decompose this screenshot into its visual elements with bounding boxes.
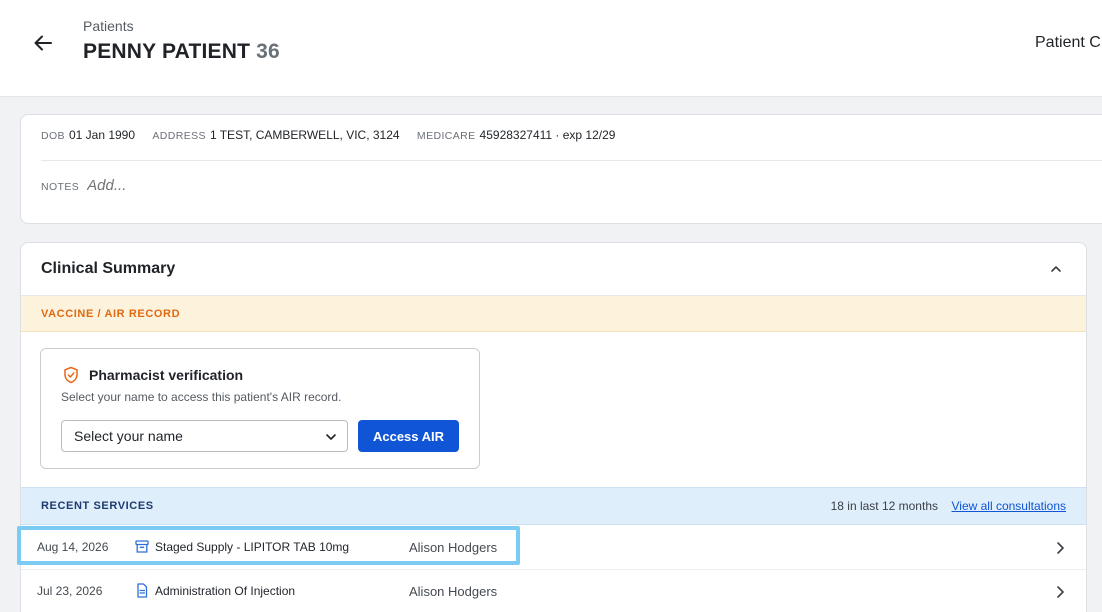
- select-value: Select your name: [74, 428, 183, 444]
- chevron-up-icon[interactable]: [1048, 261, 1064, 277]
- vaccine-air-section-header: VACCINE / AIR RECORD: [21, 296, 1086, 332]
- patient-name: PENNY PATIENT: [83, 40, 251, 63]
- notes-label: NOTES: [41, 181, 80, 193]
- service-row[interactable]: Jul 23, 2026 Administration Of Injection…: [21, 570, 1086, 612]
- view-all-consultations-link[interactable]: View all consultations: [951, 499, 1066, 513]
- pharmacist-verification-panel: Pharmacist verification Select your name…: [40, 348, 480, 469]
- back-button[interactable]: [30, 30, 56, 56]
- breadcrumb[interactable]: Patients: [83, 18, 134, 34]
- medicare-label: MEDICARE: [416, 130, 476, 142]
- access-air-button[interactable]: Access AIR: [358, 420, 459, 452]
- service-pharmacist: Alison Hodgers: [409, 540, 498, 555]
- dob-value: 01 Jan 1990: [68, 128, 136, 142]
- chevron-right-icon: [1057, 542, 1064, 554]
- verification-title: Pharmacist verification: [89, 367, 244, 383]
- service-name: Administration Of Injection: [155, 584, 296, 598]
- service-date: Aug 14, 2026: [37, 540, 109, 554]
- patient-number: 36: [256, 40, 280, 63]
- service-row[interactable]: Aug 14, 2026 Staged Supply - LIPITOR TAB…: [21, 526, 1086, 570]
- recent-services-label: RECENT SERVICES: [41, 500, 154, 512]
- chevron-right-icon: [1057, 586, 1064, 598]
- vaccine-air-label: VACCINE / AIR RECORD: [41, 308, 181, 320]
- clinical-summary-title: Clinical Summary: [41, 260, 176, 277]
- page-title: PENNY PATIENT 36: [83, 40, 280, 64]
- archive-box-icon: [135, 540, 149, 553]
- shield-check-icon: [64, 366, 78, 384]
- pharmacist-name-select[interactable]: Select your name: [61, 420, 348, 452]
- notes-input[interactable]: [87, 177, 388, 194]
- service-name: Staged Supply - LIPITOR TAB 10mg: [155, 540, 350, 554]
- document-icon: [137, 583, 148, 598]
- clinical-summary-card: Clinical Summary VACCINE / AIR RECORD Ph…: [20, 242, 1087, 612]
- chevron-down-icon: [326, 434, 336, 440]
- recent-services-header: RECENT SERVICES 18 in last 12 months Vie…: [21, 487, 1086, 525]
- address-value: 1 TEST, CAMBERWELL, VIC, 3124: [209, 128, 400, 142]
- top-right-tab[interactable]: Patient C: [1035, 34, 1101, 52]
- dob-label: DOB: [41, 130, 65, 142]
- service-pharmacist: Alison Hodgers: [409, 584, 498, 599]
- medicare-value: 45928327411 · exp 12/29: [479, 128, 616, 142]
- clinical-summary-header[interactable]: Clinical Summary: [21, 243, 1086, 296]
- top-bar: Patients PENNY PATIENT 36 Patient C: [0, 0, 1102, 97]
- services-count: 18 in last 12 months: [830, 499, 938, 513]
- patient-details-row: DOB 01 Jan 1990 ADDRESS 1 TEST, CAMBERWELL…: [41, 128, 629, 142]
- arrow-left-icon: [34, 35, 52, 51]
- patient-info-card: DOB 01 Jan 1990 ADDRESS 1 TEST, CAMBERWELL…: [20, 114, 1102, 224]
- divider: [41, 160, 1102, 161]
- verification-description: Select your name to access this patient'…: [61, 390, 342, 404]
- service-date: Jul 23, 2026: [37, 584, 103, 598]
- address-label: ADDRESS: [152, 130, 206, 142]
- notes-row: NOTES: [41, 177, 388, 194]
